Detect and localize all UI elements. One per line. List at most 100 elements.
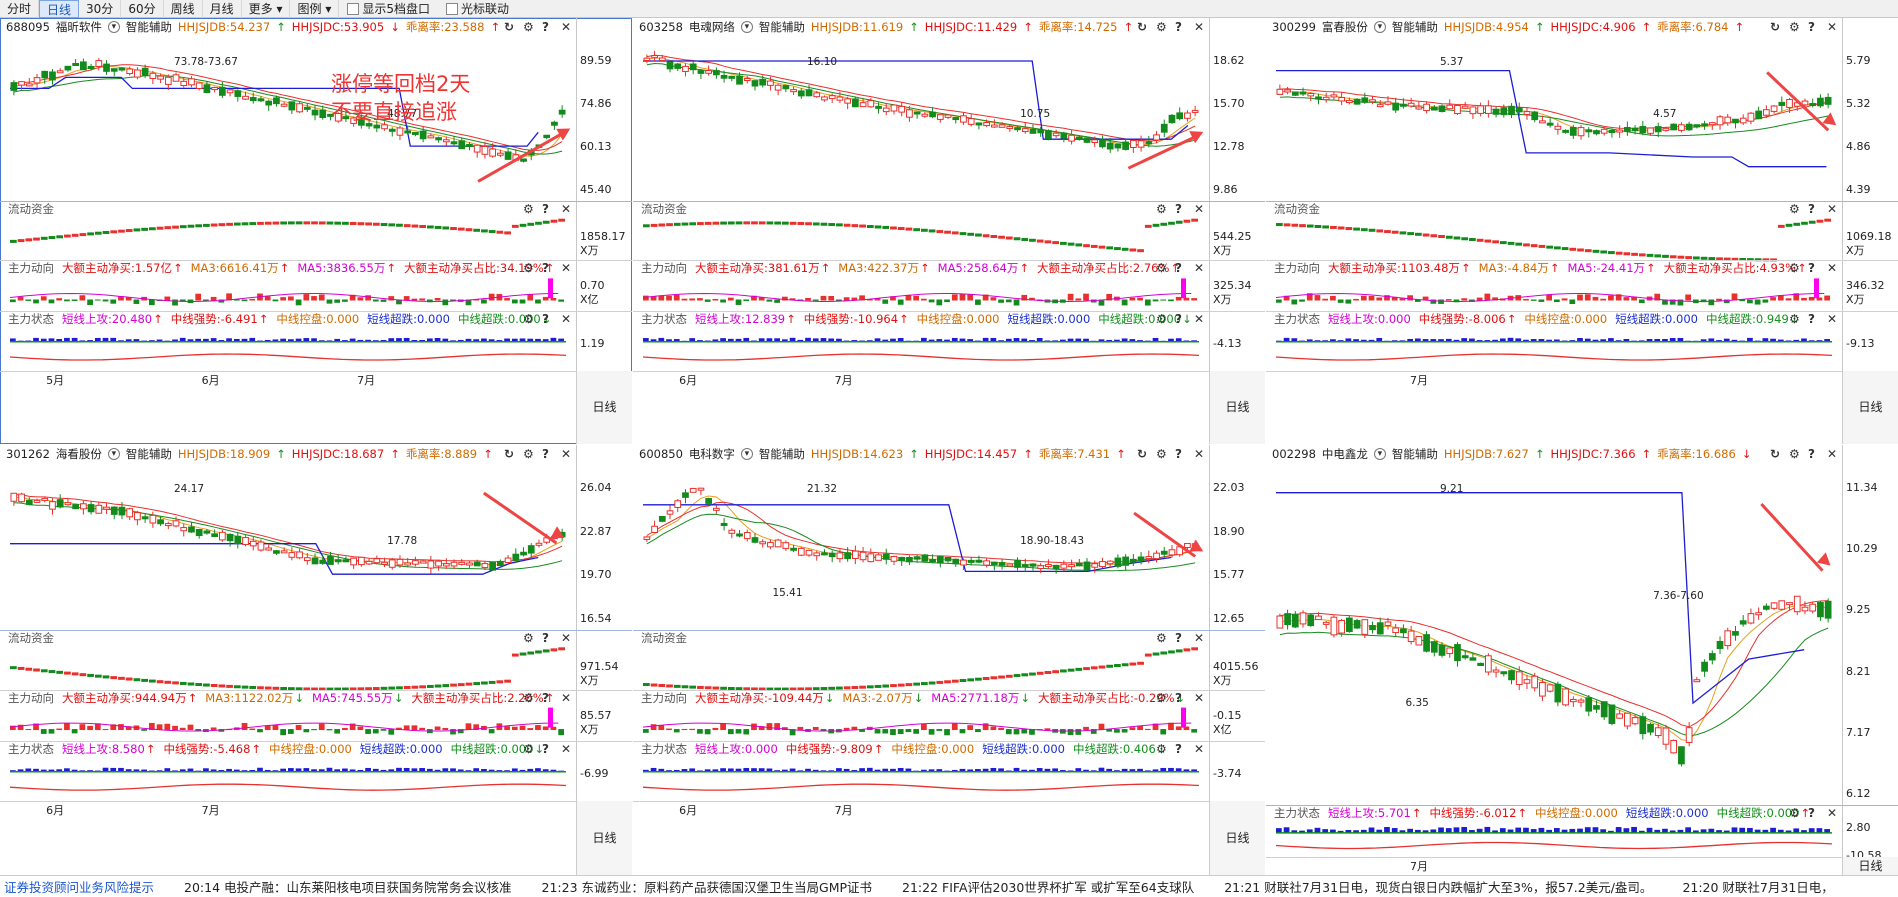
help-icon[interactable]: ? xyxy=(542,202,549,216)
close-icon[interactable]: ✕ xyxy=(1827,312,1837,326)
refresh-icon[interactable]: ↻ xyxy=(1770,20,1780,34)
help-icon[interactable]: ? xyxy=(1175,447,1182,461)
gear-icon[interactable]: ⚙ xyxy=(523,202,534,216)
period-label[interactable]: 日线 xyxy=(1209,800,1265,875)
period-label[interactable]: 日线 xyxy=(1209,370,1265,444)
smart-assist-label[interactable]: 智能辅助 xyxy=(759,19,805,35)
news-item[interactable]: 20:14 电投产融：山东莱阳核电项目获国务院常务会议核准 xyxy=(184,877,512,896)
period-label[interactable]: 日线 xyxy=(576,370,632,444)
close-icon[interactable]: ✕ xyxy=(561,20,571,34)
close-icon[interactable]: ✕ xyxy=(1194,261,1204,275)
toolbar-item-5[interactable]: 月线 xyxy=(203,0,242,18)
risk-notice-link[interactable]: 证券投资顾问业务风险提示 xyxy=(4,877,154,896)
refresh-icon[interactable]: ↻ xyxy=(1137,20,1147,34)
close-icon[interactable]: ✕ xyxy=(1827,202,1837,216)
news-item[interactable]: 21:21 财联社7月31日电，现货白银日内跌幅扩大至3%，报57.2美元/盎司… xyxy=(1224,877,1652,896)
news-item[interactable]: 21:22 FIFA评估2030世界杯扩军 或扩军至64支球队 xyxy=(902,877,1194,896)
close-icon[interactable]: ✕ xyxy=(1194,691,1204,705)
gear-icon[interactable]: ⚙ xyxy=(1156,447,1167,461)
toolbar-item-6[interactable]: 更多 ▾ xyxy=(242,0,291,18)
gear-icon[interactable]: ⚙ xyxy=(1789,202,1800,216)
smart-assist-label[interactable]: 智能辅助 xyxy=(126,19,172,35)
toolbar-item-1[interactable]: 日线 xyxy=(39,0,80,18)
news-item[interactable]: 21:20 财联社7月31日电， xyxy=(1682,877,1833,896)
refresh-icon[interactable]: ↻ xyxy=(1770,447,1780,461)
refresh-icon[interactable]: ↻ xyxy=(504,20,514,34)
close-icon[interactable]: ✕ xyxy=(1194,447,1204,461)
close-icon[interactable]: ✕ xyxy=(561,742,571,756)
toolbar-item-4[interactable]: 周线 xyxy=(164,0,203,18)
help-icon[interactable]: ? xyxy=(542,447,549,461)
close-icon[interactable]: ✕ xyxy=(1827,806,1837,820)
help-icon[interactable]: ? xyxy=(1175,691,1182,705)
stock-chart-600850[interactable]: 600850 电科数字 ▾ 智能辅助 HHJSJDB:14.623 ↑ HHJSJDC:14… xyxy=(633,445,1265,875)
close-icon[interactable]: ✕ xyxy=(1194,742,1204,756)
close-icon[interactable]: ✕ xyxy=(561,261,571,275)
gear-icon[interactable]: ⚙ xyxy=(523,261,534,275)
stock-chart-301262[interactable]: 301262 海看股份 ▾ 智能辅助 HHJSJDB:18.909 ↑ HHJSJDC:18… xyxy=(0,445,632,875)
close-icon[interactable]: ✕ xyxy=(561,447,571,461)
gear-icon[interactable]: ⚙ xyxy=(1156,312,1167,326)
close-icon[interactable]: ✕ xyxy=(561,312,571,326)
help-icon[interactable]: ? xyxy=(1175,631,1182,645)
toolbar-item-2[interactable]: 30分 xyxy=(79,0,122,18)
help-icon[interactable]: ? xyxy=(542,691,549,705)
gear-icon[interactable]: ⚙ xyxy=(523,447,534,461)
help-icon[interactable]: ? xyxy=(1175,312,1182,326)
stock-chart-002298[interactable]: 002298 中电鑫龙 ▾ 智能辅助 HHJSJDB:7.627 ↑ HHJSJDC:7.3… xyxy=(1266,445,1898,875)
chevron-down-icon[interactable]: ▾ xyxy=(740,21,753,33)
close-icon[interactable]: ✕ xyxy=(1827,20,1837,34)
gear-icon[interactable]: ⚙ xyxy=(1156,742,1167,756)
gear-icon[interactable]: ⚙ xyxy=(523,20,534,34)
cursor-link-checkbox[interactable] xyxy=(445,2,458,15)
help-icon[interactable]: ? xyxy=(1175,742,1182,756)
smart-assist-label[interactable]: 智能辅助 xyxy=(1392,19,1438,35)
help-icon[interactable]: ? xyxy=(1808,806,1815,820)
chevron-down-icon[interactable]: ▾ xyxy=(740,448,753,460)
help-icon[interactable]: ? xyxy=(542,312,549,326)
help-icon[interactable]: ? xyxy=(1175,202,1182,216)
help-icon[interactable]: ? xyxy=(1808,447,1815,461)
close-icon[interactable]: ✕ xyxy=(1827,261,1837,275)
smart-assist-label[interactable]: 智能辅助 xyxy=(1392,446,1438,462)
smart-assist-label[interactable]: 智能辅助 xyxy=(126,446,172,462)
close-icon[interactable]: ✕ xyxy=(1194,631,1204,645)
close-icon[interactable]: ✕ xyxy=(1194,20,1204,34)
news-item[interactable]: 21:23 东诚药业：原料药产品获德国汉堡卫生当局GMP证书 xyxy=(542,877,873,896)
help-icon[interactable]: ? xyxy=(1808,20,1815,34)
close-icon[interactable]: ✕ xyxy=(561,631,571,645)
stock-chart-300299[interactable]: 300299 富春股份 ▾ 智能辅助 HHJSJDB:4.954 ↑ HHJSJDC:4.9… xyxy=(1266,18,1898,444)
period-label[interactable]: 日线 xyxy=(1842,370,1898,444)
help-icon[interactable]: ? xyxy=(1175,20,1182,34)
refresh-icon[interactable]: ↻ xyxy=(1137,447,1147,461)
toolbar-item-7[interactable]: 图例 ▾ xyxy=(290,0,340,18)
gear-icon[interactable]: ⚙ xyxy=(1156,691,1167,705)
close-icon[interactable]: ✕ xyxy=(561,202,571,216)
chevron-down-icon[interactable]: ▾ xyxy=(1373,448,1386,460)
smart-assist-label[interactable]: 智能辅助 xyxy=(759,446,805,462)
gear-icon[interactable]: ⚙ xyxy=(1789,447,1800,461)
toolbar-item-3[interactable]: 60分 xyxy=(121,0,164,18)
help-icon[interactable]: ? xyxy=(1808,202,1815,216)
gear-icon[interactable]: ⚙ xyxy=(1789,261,1800,275)
show-5-level-checkbox[interactable] xyxy=(347,2,360,15)
refresh-icon[interactable]: ↻ xyxy=(504,447,514,461)
gear-icon[interactable]: ⚙ xyxy=(523,691,534,705)
help-icon[interactable]: ? xyxy=(1808,312,1815,326)
gear-icon[interactable]: ⚙ xyxy=(1789,806,1800,820)
stock-chart-688095[interactable]: 688095 福昕软件 ▾ 智能辅助 HHJSJDB:54.237 ↑ HHJSJDC:53… xyxy=(0,18,632,444)
gear-icon[interactable]: ⚙ xyxy=(1156,261,1167,275)
chevron-down-icon[interactable]: ▾ xyxy=(107,448,120,460)
gear-icon[interactable]: ⚙ xyxy=(523,312,534,326)
close-icon[interactable]: ✕ xyxy=(1194,312,1204,326)
gear-icon[interactable]: ⚙ xyxy=(1789,312,1800,326)
help-icon[interactable]: ? xyxy=(542,742,549,756)
close-icon[interactable]: ✕ xyxy=(1194,202,1204,216)
stock-chart-603258[interactable]: 603258 电魂网络 ▾ 智能辅助 HHJSJDB:11.619 ↑ HHJSJDC:11… xyxy=(633,18,1265,444)
help-icon[interactable]: ? xyxy=(542,20,549,34)
period-label[interactable]: 日线 xyxy=(576,800,632,875)
gear-icon[interactable]: ⚙ xyxy=(1156,20,1167,34)
gear-icon[interactable]: ⚙ xyxy=(523,742,534,756)
close-icon[interactable]: ✕ xyxy=(1827,447,1837,461)
help-icon[interactable]: ? xyxy=(1808,261,1815,275)
